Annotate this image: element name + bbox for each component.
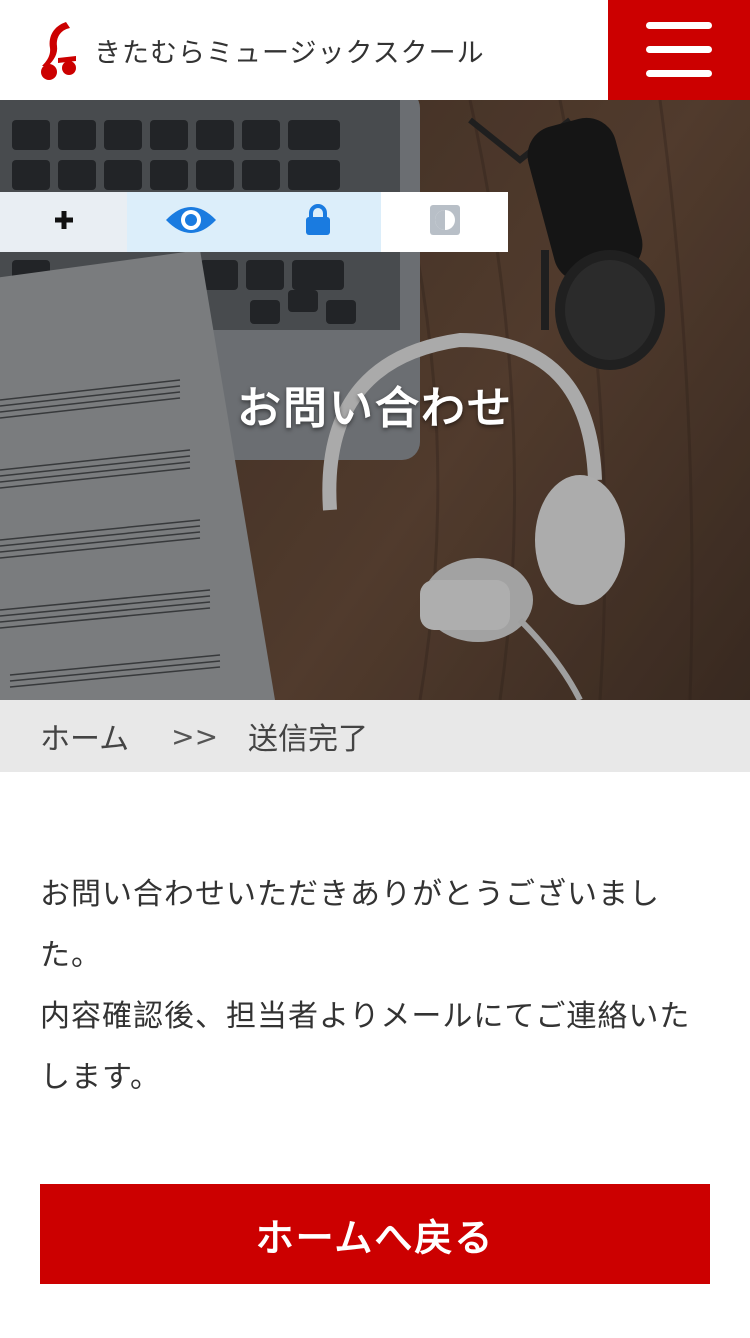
message-line-followup: 内容確認後、担当者よりメールにてご連絡いたします。 [40,999,691,1095]
eye-icon [164,204,218,240]
hamburger-menu-button[interactable] [608,0,750,100]
message-line-thanks: お問い合わせいただきありがとうございました。 [40,877,660,973]
logo-text: きたむらミュージックスクール [94,37,485,69]
page-title: お問い合わせ [237,383,513,434]
contrast-icon [429,204,461,240]
breadcrumb: ホーム >> 送信完了 [0,700,750,772]
breadcrumb-home-link[interactable]: ホーム [40,714,129,758]
zoom-in-button[interactable] [0,192,127,252]
menu-bar [646,22,712,29]
breadcrumb-separator: >> [171,719,219,753]
hero-banner: お問い合わせ [0,100,750,700]
visibility-button[interactable] [127,192,254,252]
breadcrumb-current: 送信完了 [248,722,369,757]
back-to-home-button[interactable]: ホームへ戻る [40,1184,710,1284]
completion-message: お問い合わせいただきありがとうございました。 内容確認後、担当者よりメールにてご… [40,864,710,1108]
contrast-button[interactable] [381,192,508,252]
plus-icon [54,210,74,234]
logo-mark-icon [41,22,76,80]
lock-icon [304,204,332,240]
site-header: きたむらミュージックスクール [0,0,750,100]
lock-button[interactable] [254,192,381,252]
menu-bar [646,46,712,53]
site-logo[interactable]: きたむらミュージックスクール [36,18,485,82]
menu-bar [646,70,712,77]
accessibility-toolbar [0,192,508,252]
